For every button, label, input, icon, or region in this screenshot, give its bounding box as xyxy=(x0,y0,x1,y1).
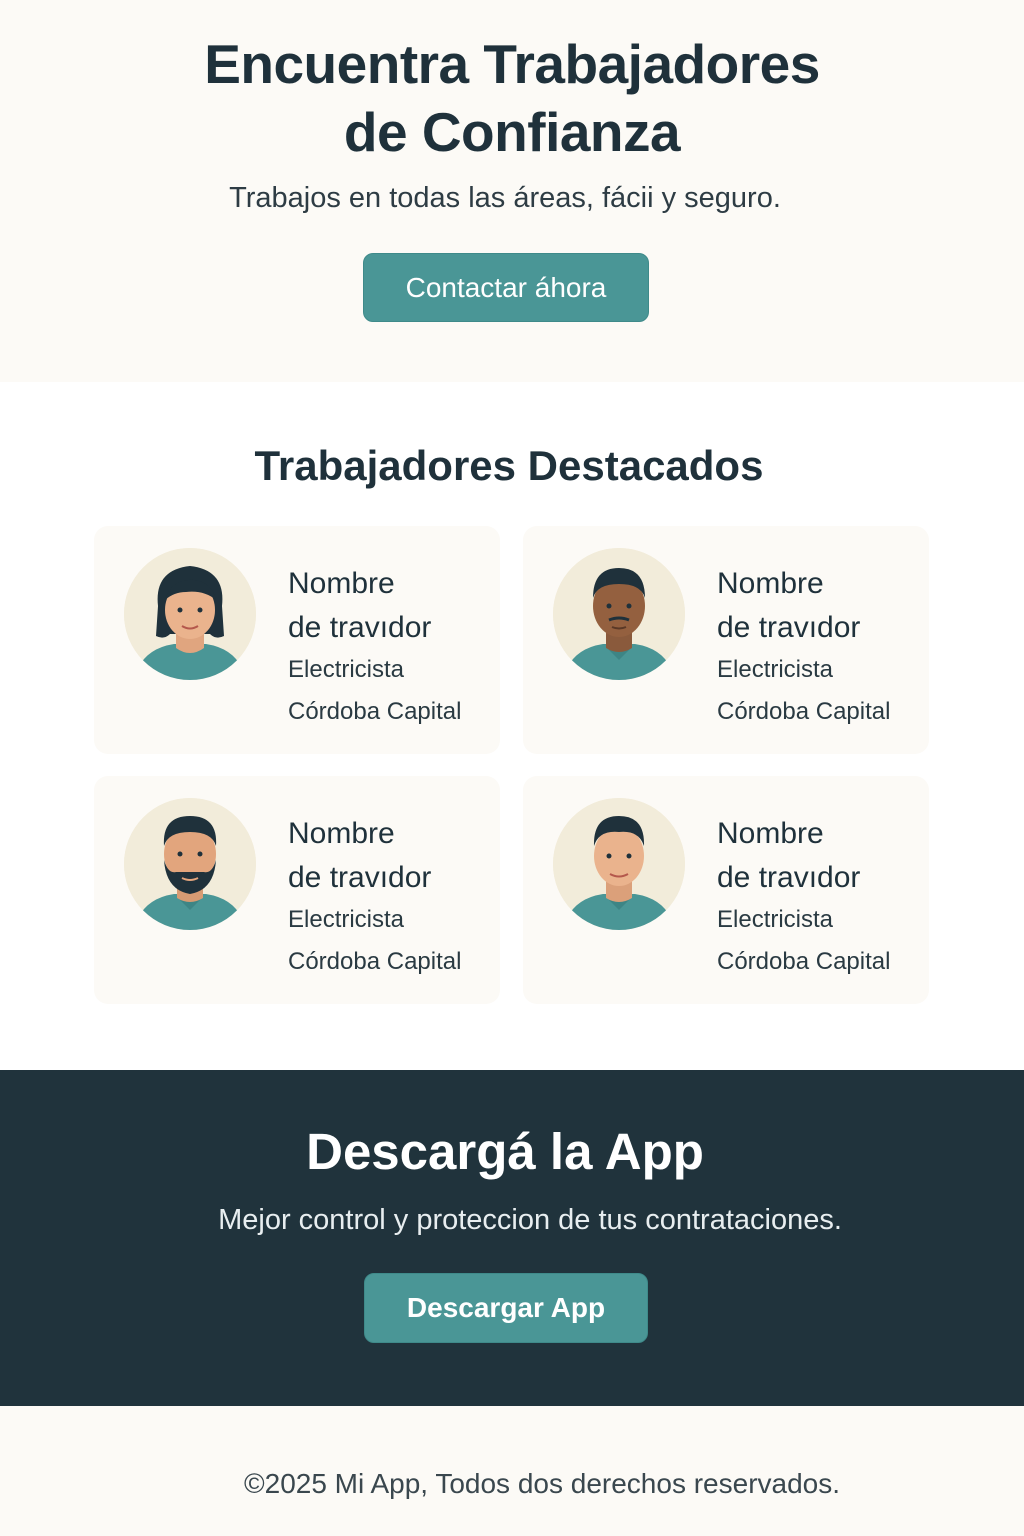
worker-name: Nombre de travıdor xyxy=(717,562,917,650)
featured-heading: Trabajadores Destacados xyxy=(254,442,764,489)
worker-name-line1: Nombre xyxy=(288,567,395,600)
worker-name-line2: de travıdor xyxy=(717,611,861,644)
worker-card[interactable]: Nombre de travıdor Electricista Córdoba … xyxy=(523,776,929,1004)
worker-role: Electricista xyxy=(717,656,834,683)
worker-role: Electricista xyxy=(288,656,405,683)
worker-card[interactable]: Nombre de travıdor Electricista Córdoba … xyxy=(523,526,929,754)
contact-now-button[interactable]: Contactar áhora xyxy=(363,253,649,322)
worker-role: Electricista xyxy=(717,906,834,933)
worker-name-line1: Nombre xyxy=(288,817,395,850)
worker-location: Córdoba Capital xyxy=(717,948,891,975)
worker-card[interactable]: Nombre de travıdor Electricista Córdoba … xyxy=(94,526,500,754)
hero-title-line2: de Confianza xyxy=(343,101,681,163)
worker-location: Córdoba Capital xyxy=(288,698,462,725)
featured-workers-section: Trabajadores Destacados Nombre de travıd… xyxy=(0,382,1024,1070)
hero-title-line1: Encuentra Trabajadores xyxy=(204,33,820,95)
hero-title: Encuentra Trabajadores de Confianza xyxy=(0,30,1024,166)
hero-section: Encuentra Trabajadores de Confianza Trab… xyxy=(0,0,1024,382)
avatar-man-icon xyxy=(553,798,685,930)
download-app-button[interactable]: Descargar App xyxy=(364,1273,648,1343)
worker-name-line1: Nombre xyxy=(717,817,824,850)
download-subtitle: Mejor control y proteccion de tus contra… xyxy=(218,1204,842,1236)
footer: ©2025 Mi App, Todos dos derechos reserva… xyxy=(0,1406,1024,1536)
worker-name: Nombre de travıdor xyxy=(717,812,917,900)
avatar-man-beard-icon xyxy=(124,798,256,930)
worker-name-line2: de travıdor xyxy=(717,861,861,894)
worker-name: Nombre de travıdor xyxy=(288,562,488,650)
worker-name-line1: Nombre xyxy=(717,567,824,600)
worker-location: Córdoba Capital xyxy=(717,698,891,725)
worker-name: Nombre de travıdor xyxy=(288,812,488,900)
worker-role: Electricista xyxy=(288,906,405,933)
worker-name-line2: de travıdor xyxy=(288,861,432,894)
download-heading: Descargá la App xyxy=(306,1123,704,1180)
hero-subtitle: Trabajos en todas las áreas, fácii y seg… xyxy=(229,182,781,214)
worker-card[interactable]: Nombre de travıdor Electricista Córdoba … xyxy=(94,776,500,1004)
worker-location: Córdoba Capital xyxy=(288,948,462,975)
avatar-man-dark-icon xyxy=(553,548,685,680)
download-app-section: Descargá la App Mejor control y protecci… xyxy=(0,1070,1024,1406)
worker-name-line2: de travıdor xyxy=(288,611,432,644)
avatar-woman-icon xyxy=(124,548,256,680)
copyright-text: ©2025 Mi App, Todos dos derechos reserva… xyxy=(243,1468,841,1499)
